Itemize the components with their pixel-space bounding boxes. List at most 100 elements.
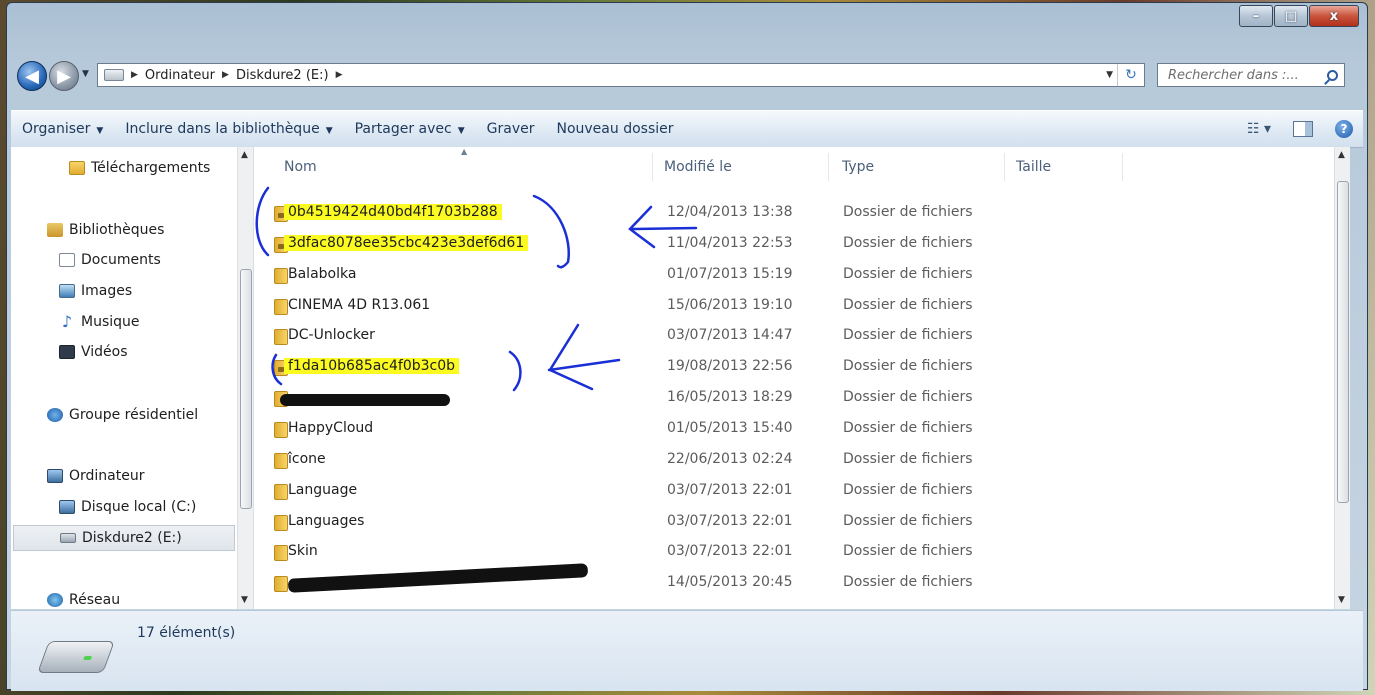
nav-item-label: Téléchargements bbox=[91, 160, 211, 176]
scroll-down-icon[interactable]: ▼ bbox=[241, 595, 248, 605]
folder-icon bbox=[274, 329, 288, 345]
share-menu[interactable]: Partager avec ▼ bbox=[344, 121, 476, 137]
table-row[interactable]: 14/05/2013 20:45 Dossier de fichiers bbox=[274, 563, 1034, 597]
table-row[interactable]: Languages 03/07/2013 22:01 Dossier de fich… bbox=[274, 508, 1034, 536]
file-name: 0b4519424d40bd4f1703b288 bbox=[284, 204, 502, 220]
minimize-button[interactable]: – bbox=[1239, 5, 1273, 27]
column-divider[interactable] bbox=[1004, 153, 1005, 181]
computer-icon bbox=[47, 469, 63, 483]
column-header-name[interactable]: Nom bbox=[284, 159, 317, 175]
refresh-icon[interactable]: ↻ bbox=[1117, 64, 1144, 86]
table-row[interactable]: Skin 03/07/2013 22:01 Dossier de fichiers bbox=[274, 538, 1034, 566]
burn-button[interactable]: Graver bbox=[476, 121, 546, 137]
local-disk-icon bbox=[59, 500, 75, 514]
file-type: Dossier de fichiers bbox=[843, 358, 973, 374]
nav-item-videos[interactable]: Vidéos bbox=[59, 339, 128, 365]
folder-icon bbox=[274, 576, 288, 592]
close-icon: x bbox=[1329, 8, 1339, 24]
nav-item-label: Groupe résidentiel bbox=[69, 407, 199, 423]
table-row[interactable]: DC-Unlocker 03/07/2013 14:47 Dossier de fi… bbox=[274, 322, 1034, 350]
nav-scroll-thumb[interactable] bbox=[240, 269, 252, 509]
details-pane: 17 élément(s) bbox=[11, 610, 1363, 691]
new-folder-button[interactable]: Nouveau dossier bbox=[545, 121, 684, 137]
column-header-modified[interactable]: Modifié le bbox=[664, 159, 732, 175]
help-icon[interactable]: ? bbox=[1335, 120, 1353, 138]
file-type: Dossier de fichiers bbox=[843, 204, 973, 220]
view-options-icon[interactable]: ☷ ▾ bbox=[1247, 121, 1271, 137]
folder-icon bbox=[274, 545, 288, 561]
file-name: Languages bbox=[288, 513, 365, 529]
music-note-icon: ♪ bbox=[61, 312, 73, 331]
nav-item-images[interactable]: Images bbox=[59, 278, 132, 304]
column-header-size[interactable]: Taille bbox=[1016, 159, 1051, 175]
drive-led bbox=[82, 656, 93, 660]
chevron-down-icon: ▼ bbox=[96, 126, 104, 136]
table-row[interactable]: HappyCloud 01/05/2013 15:40 Dossier de fic… bbox=[274, 415, 1034, 443]
breadcrumb-disk2[interactable]: Diskdure2 (E:) bbox=[236, 68, 329, 83]
table-row[interactable]: 3dfac8078ee35cbc423e3def6d61 11/04/2013 2… bbox=[274, 230, 1034, 258]
file-date: 01/07/2013 15:19 bbox=[667, 266, 793, 282]
chevron-right-icon[interactable]: ▶ bbox=[131, 70, 138, 80]
share-label: Partager avec bbox=[354, 121, 452, 137]
file-type: Dossier de fichiers bbox=[843, 482, 973, 498]
title-bar[interactable]: – □ x bbox=[7, 3, 1367, 53]
table-row[interactable]: 0b4519424d40bd4f1703b288 12/04/2013 13:38… bbox=[274, 199, 1034, 227]
address-dropdown-icon[interactable]: ▼ bbox=[1106, 70, 1113, 80]
nav-item-local-disk[interactable]: Disque local (C:) bbox=[59, 494, 196, 520]
nav-item-documents[interactable]: Documents bbox=[59, 247, 161, 273]
table-row[interactable]: Language 03/07/2013 22:01 Dossier de fichi… bbox=[274, 477, 1034, 505]
nav-item-label: Réseau bbox=[69, 592, 121, 608]
file-list: ▲ Nom Modifié le Type Taille 0b4519424d4… bbox=[254, 147, 1350, 609]
folder-icon bbox=[274, 484, 288, 500]
chevron-right-icon[interactable]: ▶ bbox=[222, 70, 229, 80]
recent-pages-dropdown-icon[interactable]: ▼ bbox=[82, 69, 89, 79]
address-bar[interactable]: ▶ Ordinateur ▶ Diskdure2 (E:) ▶ ▼ ↻ bbox=[97, 63, 1145, 87]
chevron-right-icon[interactable]: ▶ bbox=[336, 70, 343, 80]
nav-item-label: Disque local (C:) bbox=[81, 499, 197, 515]
table-row[interactable]: îcone 22/06/2013 02:24 Dossier de fichiers bbox=[274, 446, 1034, 474]
scroll-up-icon[interactable]: ▲ bbox=[241, 150, 248, 160]
nav-item-network[interactable]: Réseau bbox=[47, 587, 120, 609]
organize-menu[interactable]: Organiser ▼ bbox=[11, 121, 114, 137]
file-list-scrollbar[interactable]: ▲ ▼ bbox=[1334, 147, 1350, 609]
back-button[interactable]: ◀ bbox=[17, 61, 47, 91]
scroll-down-icon[interactable]: ▼ bbox=[1338, 595, 1345, 605]
include-library-menu[interactable]: Inclure dans la bibliothèque ▼ bbox=[114, 121, 343, 137]
nav-item-libraries[interactable]: Bibliothèques bbox=[47, 217, 164, 243]
column-divider[interactable] bbox=[1122, 153, 1123, 181]
close-button[interactable]: x bbox=[1309, 5, 1359, 27]
table-row[interactable]: f1da10b685ac4f0b3c0b 19/08/2013 22:56 Doss… bbox=[274, 353, 1034, 381]
column-header-type[interactable]: Type bbox=[842, 159, 874, 175]
nav-item-downloads[interactable]: Téléchargements bbox=[69, 155, 210, 181]
file-date: 14/05/2013 20:45 bbox=[667, 574, 793, 590]
nav-item-computer[interactable]: Ordinateur bbox=[47, 463, 145, 489]
window-controls: – □ x bbox=[1239, 5, 1359, 27]
forward-button[interactable]: ▶ bbox=[49, 61, 79, 91]
breadcrumb-computer[interactable]: Ordinateur bbox=[145, 68, 215, 83]
network-icon bbox=[47, 593, 63, 607]
search-input[interactable] bbox=[1166, 66, 1320, 84]
search-icon[interactable] bbox=[1327, 69, 1338, 81]
file-date: 01/05/2013 15:40 bbox=[667, 420, 793, 436]
nav-item-music[interactable]: ♪ Musique bbox=[59, 309, 140, 335]
search-box bbox=[1157, 63, 1345, 87]
nav-scrollbar[interactable]: ▲ ▼ bbox=[237, 147, 253, 609]
file-type: Dossier de fichiers bbox=[843, 327, 973, 343]
file-date: 22/06/2013 02:24 bbox=[667, 451, 793, 467]
scroll-up-icon[interactable]: ▲ bbox=[1338, 150, 1345, 160]
file-date: 15/06/2013 19:10 bbox=[667, 297, 793, 313]
table-row[interactable]: 16/05/2013 18:29 Dossier de fichiers bbox=[274, 384, 1034, 412]
maximize-button[interactable]: □ bbox=[1274, 5, 1308, 27]
nav-item-disk2[interactable]: Diskdure2 (E:) bbox=[13, 525, 235, 551]
column-divider[interactable] bbox=[828, 153, 829, 181]
table-row[interactable]: Balabolka 01/07/2013 15:19 Dossier de fich… bbox=[274, 261, 1034, 289]
table-row[interactable]: CINEMA 4D R13.061 15/06/2013 19:10 Dossier… bbox=[274, 292, 1034, 320]
nav-item-label: Bibliothèques bbox=[69, 222, 165, 238]
file-list-scroll-thumb[interactable] bbox=[1337, 181, 1349, 503]
drive-icon bbox=[104, 69, 124, 81]
column-divider[interactable] bbox=[652, 153, 653, 181]
nav-item-homegroup[interactable]: Groupe résidentiel bbox=[47, 402, 198, 428]
file-name: CINEMA 4D R13.061 bbox=[288, 297, 431, 313]
preview-pane-icon[interactable] bbox=[1293, 121, 1313, 137]
downloads-folder-icon bbox=[69, 161, 85, 175]
